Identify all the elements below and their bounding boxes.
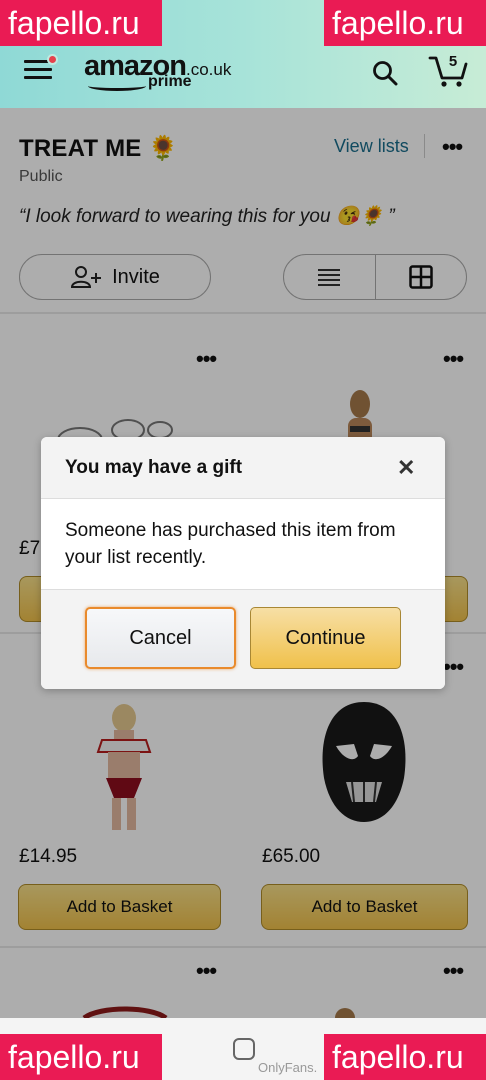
search-icon[interactable] [372, 60, 398, 91]
watermark-small: OnlyFans. [258, 1060, 318, 1075]
watermark: fapello.ru [0, 1034, 162, 1080]
dialog-header: You may have a gift ✕ [41, 437, 445, 499]
watermark: fapello.ru [0, 0, 162, 46]
dialog-message: Someone has purchased this item from you… [65, 520, 396, 568]
watermark: fapello.ru [324, 1034, 486, 1080]
gift-dialog: You may have a gift ✕ Someone has purcha… [41, 437, 445, 689]
cart-count: 5 [448, 53, 458, 70]
logo-smile [88, 81, 146, 91]
home-button-icon[interactable] [233, 1038, 255, 1060]
dialog-title: You may have a gift [65, 457, 243, 478]
amazon-logo[interactable]: amazon.co.uk prime [84, 50, 232, 91]
continue-button[interactable]: Continue [250, 607, 401, 669]
watermark: fapello.ru [324, 0, 486, 46]
logo-tld: .co.uk [185, 60, 232, 79]
dialog-footer: Cancel Continue [41, 589, 445, 689]
notification-dot [47, 54, 58, 65]
menu-icon[interactable] [24, 54, 58, 82]
cancel-button[interactable]: Cancel [85, 607, 236, 669]
logo-prime: prime [148, 73, 192, 90]
close-icon[interactable]: ✕ [397, 455, 415, 481]
